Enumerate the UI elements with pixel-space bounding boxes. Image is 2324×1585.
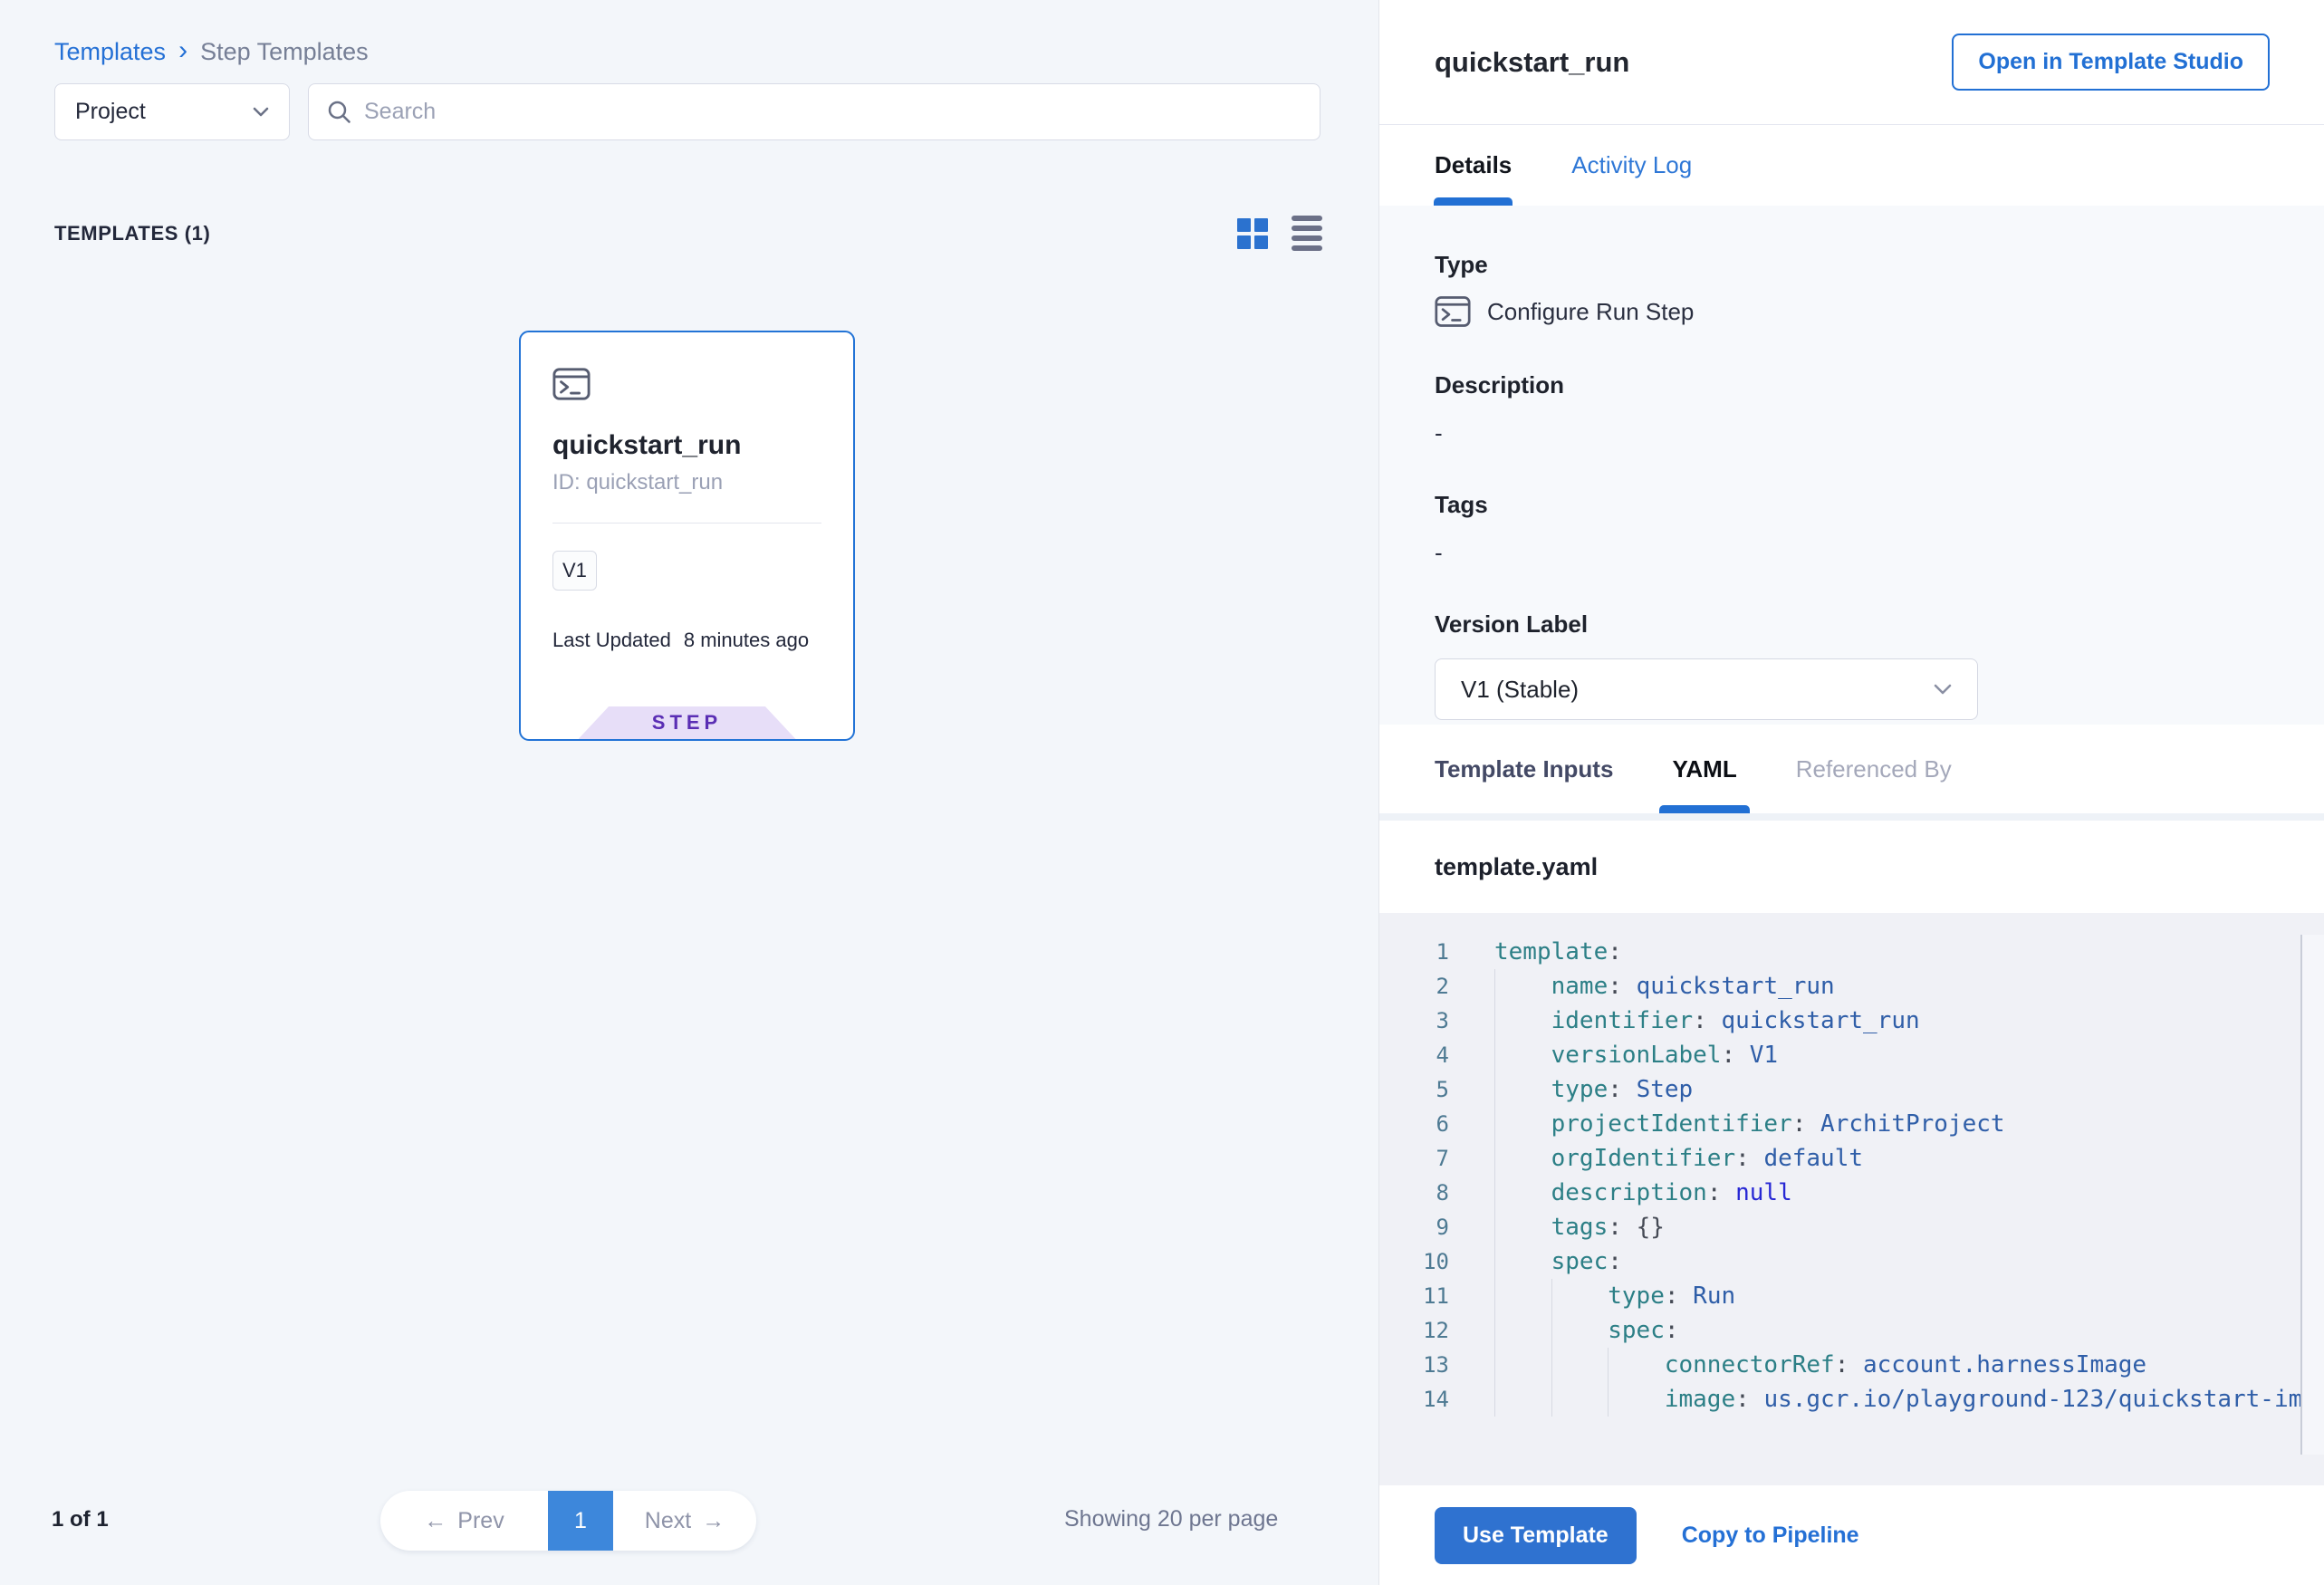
code-line: 4 versionLabel: V1 bbox=[1379, 1038, 2324, 1072]
code-line: 1template: bbox=[1379, 935, 2324, 969]
view-toggles bbox=[1237, 216, 1322, 251]
breadcrumb-templates-link[interactable]: Templates bbox=[54, 38, 166, 66]
template-card-id: ID: quickstart_run bbox=[552, 470, 821, 495]
scope-select-value: Project bbox=[75, 99, 146, 125]
version-label: Version Label bbox=[1435, 610, 2270, 639]
yaml-tabs: Template Inputs YAML Referenced By bbox=[1379, 725, 2324, 813]
tab-details[interactable]: Details bbox=[1435, 125, 1512, 206]
copy-to-pipeline-link[interactable]: Copy to Pipeline bbox=[1682, 1523, 1859, 1549]
code-line: 9 tags: {} bbox=[1379, 1210, 2324, 1244]
templates-count-heading: TEMPLATES (1) bbox=[54, 222, 210, 245]
arrow-right-icon: → bbox=[702, 1508, 725, 1534]
code-line: 5 type: Step bbox=[1379, 1072, 2324, 1107]
tab-yaml[interactable]: YAML bbox=[1672, 725, 1736, 813]
code-line: 11 type: Run bbox=[1379, 1279, 2324, 1313]
tab-referenced-by[interactable]: Referenced By bbox=[1796, 725, 1952, 813]
code-line: 2 name: quickstart_run bbox=[1379, 969, 2324, 1004]
grid-view-icon[interactable] bbox=[1237, 218, 1268, 249]
tags-label: Tags bbox=[1435, 491, 2270, 519]
description-value: - bbox=[1435, 419, 2270, 447]
next-label: Next bbox=[645, 1508, 691, 1534]
per-page-text: Showing 20 per page bbox=[1064, 1506, 1278, 1532]
yaml-file-header: template.yaml bbox=[1379, 821, 2324, 913]
list-header: TEMPLATES (1) bbox=[54, 216, 1322, 251]
type-value: Configure Run Step bbox=[1487, 298, 1694, 326]
templates-list-pane: Templates › Step Templates Project TEMPL… bbox=[0, 0, 1378, 1585]
version-select[interactable]: V1 (Stable) bbox=[1435, 658, 1978, 720]
card-divider bbox=[552, 523, 821, 524]
prev-label: Prev bbox=[457, 1508, 504, 1534]
open-in-template-studio-button[interactable]: Open in Template Studio bbox=[1952, 34, 2270, 91]
next-page-button[interactable]: Next → bbox=[613, 1491, 756, 1551]
search-box bbox=[308, 83, 1320, 140]
search-input[interactable] bbox=[364, 99, 1301, 125]
yaml-file-name: template.yaml bbox=[1435, 853, 1598, 881]
code-line: 12 spec: bbox=[1379, 1313, 2324, 1348]
code-line: 10 spec: bbox=[1379, 1244, 2324, 1279]
version-badge: V1 bbox=[552, 551, 597, 591]
chevron-down-icon bbox=[1934, 684, 1952, 695]
editor-scrollbar[interactable] bbox=[2300, 935, 2324, 1455]
tab-activity-log[interactable]: Activity Log bbox=[1571, 125, 1692, 206]
page-1-button[interactable]: 1 bbox=[548, 1491, 613, 1551]
terminal-icon bbox=[1435, 295, 1471, 328]
code-line: 8 description: null bbox=[1379, 1176, 2324, 1210]
use-template-button[interactable]: Use Template bbox=[1435, 1507, 1637, 1564]
detail-tabs: Details Activity Log bbox=[1379, 124, 2324, 206]
code-line: 6 projectIdentifier: ArchitProject bbox=[1379, 1107, 2324, 1141]
prev-page-button[interactable]: ← Prev bbox=[380, 1491, 548, 1551]
tab-template-inputs[interactable]: Template Inputs bbox=[1435, 725, 1613, 813]
tags-value: - bbox=[1435, 539, 2270, 567]
section-divider bbox=[1379, 813, 2324, 821]
yaml-code-editor[interactable]: 1template:2 name: quickstart_run3 identi… bbox=[1379, 913, 2324, 1485]
code-line: 7 orgIdentifier: default bbox=[1379, 1141, 2324, 1176]
step-type-banner-label: STEP bbox=[652, 711, 722, 735]
description-label: Description bbox=[1435, 371, 2270, 399]
code-line: 13 connectorRef: account.harnessImage bbox=[1379, 1348, 2324, 1382]
breadcrumb: Templates › Step Templates bbox=[54, 38, 369, 66]
template-card-title: quickstart_run bbox=[552, 430, 821, 461]
code-line: 14 image: us.gcr.io/playground-123/quick… bbox=[1379, 1382, 2324, 1417]
terminal-icon bbox=[552, 367, 591, 401]
scope-select[interactable]: Project bbox=[54, 83, 290, 140]
code-line: 3 identifier: quickstart_run bbox=[1379, 1004, 2324, 1038]
template-card[interactable]: quickstart_run ID: quickstart_run V1 Las… bbox=[519, 331, 855, 741]
details-section: Type Configure Run Step Description - Ta… bbox=[1379, 206, 2324, 725]
yaml-code-lines: 1template:2 name: quickstart_run3 identi… bbox=[1379, 935, 2324, 1417]
template-card-body: quickstart_run ID: quickstart_run V1 Las… bbox=[521, 332, 853, 652]
panel-header: quickstart_run Open in Template Studio bbox=[1379, 0, 2324, 124]
chevron-right-icon: › bbox=[178, 37, 187, 64]
version-select-value: V1 (Stable) bbox=[1461, 676, 1579, 704]
search-icon bbox=[327, 100, 351, 124]
filter-row: Project bbox=[54, 83, 1320, 140]
chevron-down-icon bbox=[253, 107, 269, 117]
panel-title: quickstart_run bbox=[1435, 46, 1629, 79]
list-view-icon[interactable] bbox=[1292, 216, 1322, 251]
type-row: Configure Run Step bbox=[1435, 295, 2270, 328]
indent-guide bbox=[1551, 1279, 1552, 1417]
step-type-banner: STEP bbox=[579, 706, 796, 739]
panel-footer: Use Template Copy to Pipeline bbox=[1379, 1485, 2324, 1585]
arrow-left-icon: ← bbox=[424, 1508, 447, 1534]
last-updated-value: 8 minutes ago bbox=[684, 629, 809, 652]
template-details-panel: quickstart_run Open in Template Studio D… bbox=[1378, 0, 2324, 1585]
last-updated-label: Last Updated bbox=[552, 629, 671, 652]
page-summary: 1 of 1 bbox=[52, 1507, 109, 1532]
breadcrumb-current: Step Templates bbox=[200, 38, 369, 66]
indent-guide bbox=[1494, 969, 1495, 1417]
indent-guide bbox=[1608, 1348, 1609, 1417]
pagination: ← Prev 1 Next → bbox=[380, 1491, 756, 1551]
last-updated-row: Last Updated 8 minutes ago bbox=[552, 629, 821, 652]
type-label: Type bbox=[1435, 251, 2270, 279]
